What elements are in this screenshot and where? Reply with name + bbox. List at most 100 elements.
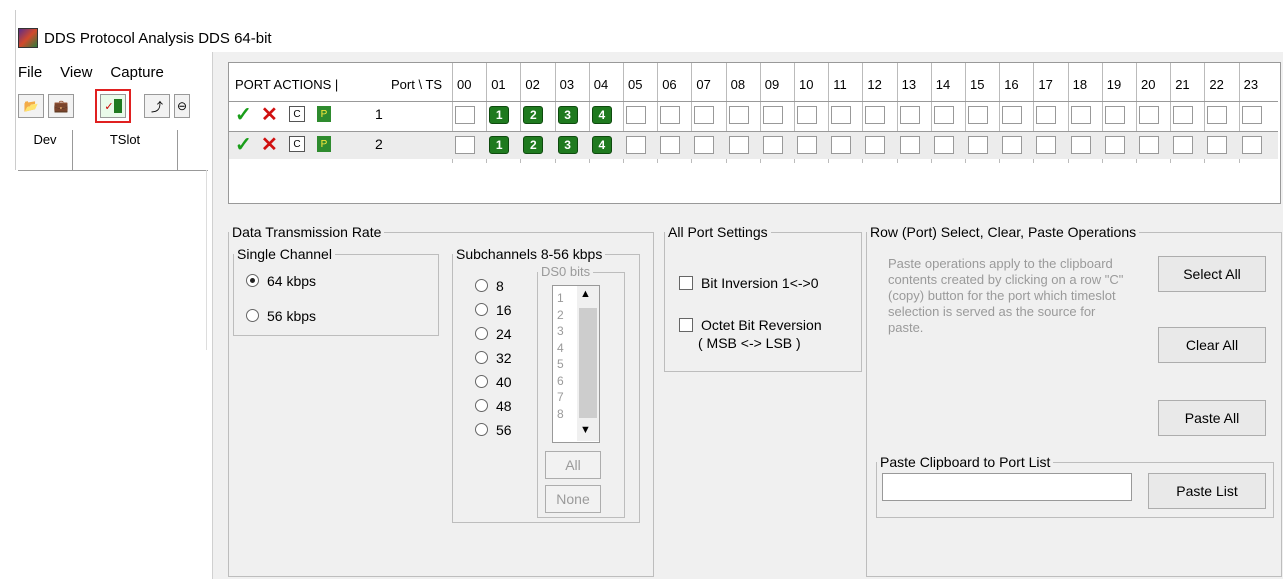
timeslot-cell-selected[interactable]: 1: [489, 106, 510, 124]
select-all-button[interactable]: Select All: [1158, 256, 1266, 292]
clear-all-button[interactable]: Clear All: [1158, 327, 1266, 363]
timeslot-cell[interactable]: [1036, 136, 1057, 154]
timeslot-cell-selected[interactable]: 2: [523, 106, 544, 124]
timeslot-cell[interactable]: [899, 106, 920, 124]
octet-reversal-checkbox[interactable]: Octet Bit Reversion: [679, 316, 822, 333]
timeslot-header[interactable]: 10: [799, 77, 813, 92]
timeslot-cell[interactable]: [660, 136, 681, 154]
timeslot-cell-selected[interactable]: 4: [591, 136, 612, 154]
timeslot-cell[interactable]: [626, 136, 646, 154]
timeslot-header[interactable]: 03: [560, 77, 574, 92]
select-row-check-icon[interactable]: ✓: [235, 105, 252, 125]
ds0-bit-item[interactable]: 2: [557, 307, 564, 324]
timeslot-cell[interactable]: [831, 136, 852, 154]
timeslot-select-icon[interactable]: ✓: [95, 89, 131, 123]
subchannel-radio[interactable]: 32: [475, 350, 512, 366]
timeslot-header[interactable]: 19: [1107, 77, 1121, 92]
paste-row-icon[interactable]: P: [317, 136, 331, 152]
timeslot-cell[interactable]: [831, 106, 852, 124]
timeslot-cell[interactable]: [1173, 136, 1194, 154]
timeslot-header[interactable]: 23: [1244, 77, 1258, 92]
timeslot-cell[interactable]: [660, 106, 681, 124]
ds0-bit-item[interactable]: 8: [557, 406, 564, 423]
ds0-scrollbar[interactable]: ▲ ▼: [577, 286, 599, 441]
timeslot-cell[interactable]: [1241, 106, 1262, 124]
bit-inversion-checkbox[interactable]: Bit Inversion 1<->0: [679, 274, 819, 291]
timeslot-header[interactable]: 08: [731, 77, 745, 92]
col-dev[interactable]: Dev: [18, 130, 73, 171]
timeslot-cell[interactable]: [728, 106, 749, 124]
timeslot-header[interactable]: 02: [525, 77, 539, 92]
ds0-bit-item[interactable]: 7: [557, 389, 564, 406]
ds0-bit-item[interactable]: 6: [557, 373, 564, 390]
timeslot-header[interactable]: 21: [1175, 77, 1189, 92]
timeslot-cell[interactable]: [762, 106, 783, 124]
timeslot-header[interactable]: 05: [628, 77, 642, 92]
timeslot-cell[interactable]: [933, 136, 954, 154]
timeslot-header[interactable]: 07: [696, 77, 710, 92]
open-folder-icon[interactable]: 📂: [18, 94, 44, 118]
timeslot-cell[interactable]: [1173, 106, 1194, 124]
scroll-thumb[interactable]: [579, 308, 597, 418]
timeslot-cell[interactable]: [728, 136, 749, 154]
select-row-check-icon[interactable]: ✓: [235, 135, 252, 155]
timeslot-cell[interactable]: [694, 106, 715, 124]
timeslot-cell-selected[interactable]: 4: [591, 106, 612, 124]
col-tslot[interactable]: TSlot: [73, 130, 178, 171]
timeslot-header[interactable]: 09: [765, 77, 779, 92]
timeslot-cell[interactable]: [762, 136, 783, 154]
timeslot-cell[interactable]: [1139, 106, 1159, 124]
briefcase-icon[interactable]: 💼: [48, 94, 74, 118]
scroll-up-icon[interactable]: ▲: [580, 288, 591, 300]
timeslot-cell[interactable]: [797, 136, 817, 154]
paste-row-icon[interactable]: P: [317, 106, 331, 122]
timeslot-header[interactable]: 20: [1141, 77, 1155, 92]
timeslot-cell-selected[interactable]: 2: [523, 136, 544, 154]
copy-row-icon[interactable]: C: [289, 136, 305, 152]
timeslot-cell[interactable]: [1207, 106, 1228, 124]
timeslot-cell[interactable]: [1070, 136, 1091, 154]
menu-view[interactable]: View: [60, 64, 92, 81]
subchannel-radio[interactable]: 40: [475, 374, 512, 390]
timeslot-cell[interactable]: [1002, 136, 1023, 154]
subchannel-radio[interactable]: 8: [475, 278, 504, 294]
ds0-bit-item[interactable]: 4: [557, 340, 564, 357]
paste-all-button[interactable]: Paste All: [1158, 400, 1266, 436]
timeslot-cell-selected[interactable]: 3: [557, 106, 578, 124]
timeslot-header[interactable]: 06: [662, 77, 676, 92]
copy-row-icon[interactable]: C: [289, 106, 305, 122]
timeslot-cell[interactable]: [1036, 106, 1057, 124]
ds0-bit-item[interactable]: 5: [557, 356, 564, 373]
radio-56kbps[interactable]: 56 kbps: [246, 308, 316, 324]
timeslot-cell-selected[interactable]: 3: [557, 136, 578, 154]
timeslot-cell[interactable]: [626, 106, 646, 124]
stop-icon[interactable]: ⊖: [174, 94, 190, 118]
timeslot-header[interactable]: 15: [970, 77, 984, 92]
timeslot-cell[interactable]: [865, 136, 886, 154]
timeslot-cell[interactable]: [1002, 106, 1023, 124]
clear-row-x-icon[interactable]: ✕: [261, 105, 278, 125]
timeslot-header[interactable]: 17: [1038, 77, 1052, 92]
timeslot-cell[interactable]: [933, 106, 954, 124]
timeslot-cell[interactable]: [797, 106, 817, 124]
menu-file[interactable]: File: [18, 64, 42, 81]
subchannel-radio[interactable]: 56: [475, 422, 512, 438]
menu-capture[interactable]: Capture: [110, 64, 163, 81]
timeslot-cell[interactable]: [1207, 136, 1228, 154]
timeslot-cell[interactable]: [865, 106, 886, 124]
timeslot-cell[interactable]: [1070, 106, 1091, 124]
subchannel-radio[interactable]: 48: [475, 398, 512, 414]
timeslot-cell[interactable]: [1104, 106, 1125, 124]
subchannel-radio[interactable]: 24: [475, 326, 512, 342]
timeslot-header[interactable]: 00: [457, 77, 471, 92]
paste-list-button[interactable]: Paste List: [1148, 473, 1266, 509]
timeslot-header[interactable]: 11: [833, 77, 847, 92]
timeslot-cell[interactable]: [455, 106, 475, 124]
timeslot-cell[interactable]: [1104, 136, 1125, 154]
timeslot-cell[interactable]: [1241, 136, 1262, 154]
timeslot-header[interactable]: 01: [491, 77, 505, 92]
timeslot-header[interactable]: 12: [867, 77, 881, 92]
timeslot-header[interactable]: 22: [1209, 77, 1223, 92]
ds0-bits-list[interactable]: 12345678 ▲ ▼: [552, 285, 600, 443]
timeslot-header[interactable]: 18: [1073, 77, 1087, 92]
